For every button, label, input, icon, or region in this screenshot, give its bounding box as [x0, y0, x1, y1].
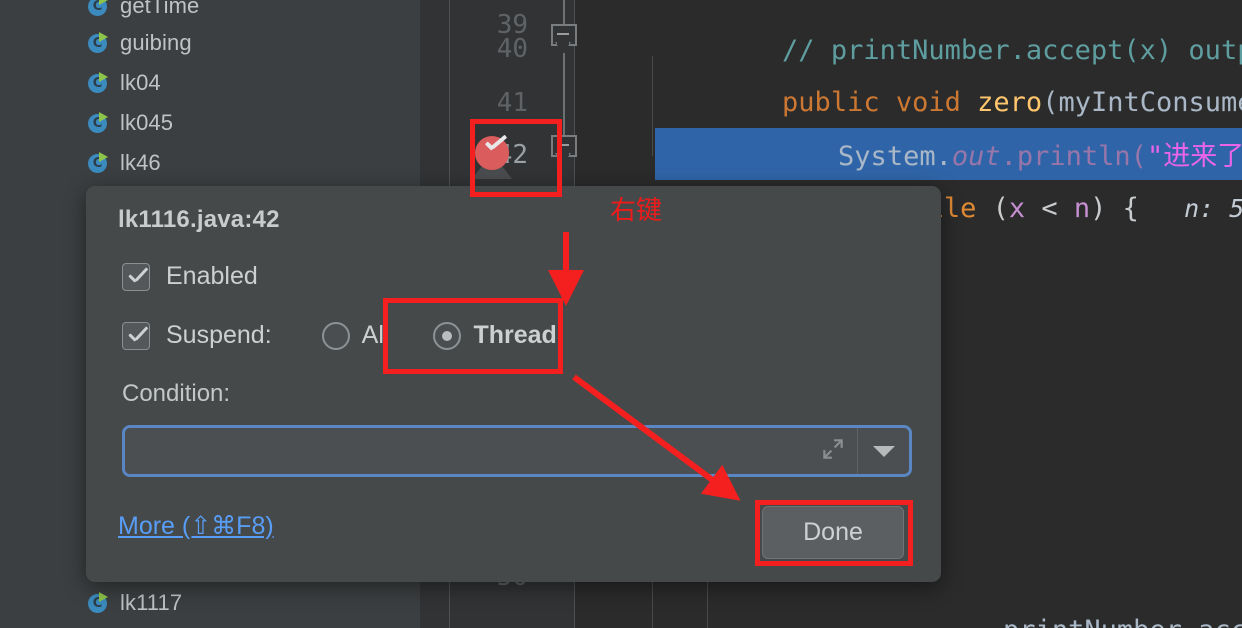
- java-class-runnable-icon: C: [88, 72, 110, 94]
- radio-all[interactable]: [321, 321, 350, 350]
- condition-dropdown-button[interactable]: [857, 428, 909, 474]
- condition-label: Condition:: [122, 380, 231, 407]
- dialog-title: lk1116.java:42: [118, 206, 280, 233]
- java-class-runnable-icon: C: [88, 0, 110, 17]
- code-token: printNumber.accept(: [1003, 615, 1242, 628]
- tree-item-label: lk04: [120, 70, 161, 95]
- line-number: 40: [496, 34, 528, 64]
- java-class-runnable-icon: C: [88, 32, 110, 54]
- var-x: x: [1008, 193, 1026, 224]
- tree-item-label: lk1117: [120, 590, 183, 615]
- ide-window: 39 40 41 42 50 // printNumber.accept(x) …: [0, 0, 1242, 628]
- var-n: n: [1073, 193, 1091, 224]
- tree-item-guibing[interactable]: C guibing: [0, 23, 420, 63]
- code-line-39: // printNumber.accept(x) outpu: [652, 0, 1242, 66]
- code-token: (: [976, 193, 1009, 224]
- enabled-checkbox[interactable]: [122, 262, 150, 291]
- enabled-label: Enabled: [166, 262, 258, 290]
- tree-item-lk04[interactable]: C lk04: [0, 63, 420, 103]
- code-line-48: ven.release();: [1135, 452, 1242, 506]
- code-token: <: [1025, 193, 1074, 224]
- expand-editor-icon[interactable]: [820, 436, 846, 462]
- annotation-box-thread-radio: [383, 298, 563, 374]
- java-class-runnable-icon: C: [88, 112, 110, 134]
- suspend-checkbox[interactable]: [122, 321, 150, 350]
- annotation-box-done: [755, 500, 913, 566]
- enabled-row[interactable]: Enabled: [122, 262, 258, 291]
- code-line-44: mber.accept(value: [1165, 236, 1242, 290]
- more-link[interactable]: More (⇧⌘F8): [118, 511, 274, 541]
- tree-item-lk46[interactable]: C lk46: [0, 143, 420, 183]
- suspend-all-radio[interactable]: All: [321, 321, 389, 350]
- code-line-42: while (x < n) { n: 5 x:: [765, 128, 1242, 224]
- condition-input-wrapper[interactable]: [122, 425, 912, 477]
- code-line-41: System.out.println("进来了零: [708, 76, 1242, 172]
- annotation-right-click-text: 右键: [610, 196, 663, 226]
- tree-item-lk045[interactable]: C lk045: [0, 103, 420, 143]
- chevron-down-icon: [872, 445, 895, 457]
- code-line-47: .release();: [1175, 398, 1242, 452]
- java-class-runnable-icon: C: [88, 592, 110, 614]
- code-line-40: public void zero(myIntConsumer: [652, 22, 1242, 118]
- suspend-label: Suspend:: [166, 321, 272, 349]
- tree-item-label: lk045: [120, 110, 174, 135]
- code-fold-marker[interactable]: [551, 0, 577, 153]
- tree-item-label: guibing: [120, 30, 192, 55]
- tree-item-lk1117[interactable]: C lk1117: [0, 583, 420, 623]
- code-line-43: quire();: [1185, 182, 1242, 236]
- code-token: ) {: [1090, 193, 1139, 224]
- annotation-box-breakpoint: [470, 119, 562, 197]
- java-class-runnable-icon: C: [88, 152, 110, 174]
- code-line-46: & 1) == 1) {: [1185, 344, 1242, 398]
- tree-item-label: lk46: [120, 150, 161, 175]
- condition-input[interactable]: [125, 428, 909, 474]
- tree-item-label: getTime: [120, 0, 200, 18]
